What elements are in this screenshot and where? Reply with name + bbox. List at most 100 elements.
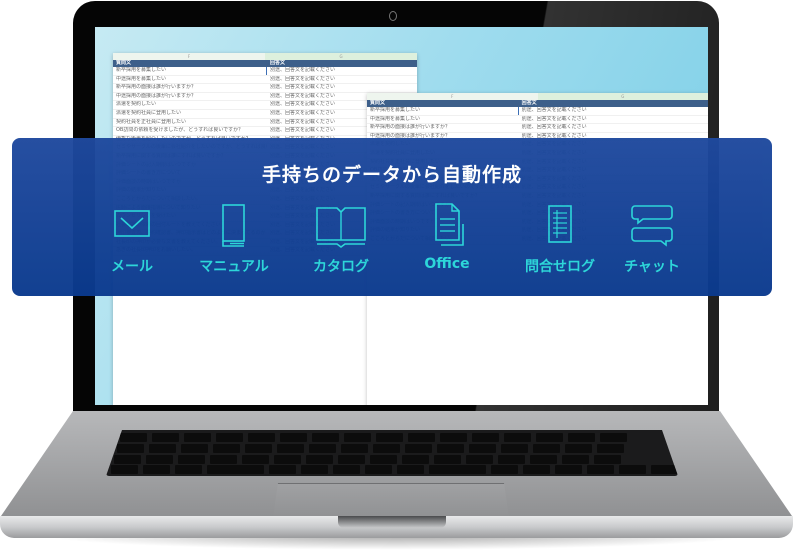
- keyboard-key: [312, 433, 339, 442]
- keyboard-key: [338, 455, 365, 464]
- question-cell[interactable]: 新卒採用を募集したい: [113, 67, 267, 75]
- question-cell[interactable]: 中途採用を募集したい: [367, 116, 519, 124]
- keyboard-key: [504, 433, 531, 442]
- keyboard-key: [309, 444, 336, 453]
- header-answer[interactable]: 回答文: [267, 60, 417, 67]
- keyboard-key: [533, 444, 560, 453]
- keyboard-key: [619, 465, 646, 474]
- chat-bubbles-icon: [631, 205, 673, 247]
- keyboard-key: [373, 444, 400, 453]
- keyboard-key: [146, 455, 173, 464]
- keyboard-key: [405, 444, 432, 453]
- keyboard-key: [437, 444, 464, 453]
- feature-catalog: カタログ: [296, 202, 386, 276]
- keyboard-key: [555, 465, 582, 474]
- keyboard-key: [466, 455, 493, 464]
- keyboard-key: [152, 433, 179, 442]
- keyboard-key: [178, 455, 205, 464]
- column-letter[interactable]: F: [113, 53, 265, 60]
- feature-label: マニュアル: [199, 259, 269, 275]
- column-letter[interactable]: G: [265, 53, 417, 60]
- keyboard-key: [397, 465, 424, 474]
- keyboard-key: [149, 444, 176, 453]
- column-letter[interactable]: G: [537, 93, 708, 100]
- table-row: 新卒採用の面接は誰が行いますか？ 別途、回答文を記載ください: [113, 84, 417, 93]
- header-question[interactable]: 質問文: [113, 60, 267, 67]
- keyboard-key: [216, 433, 243, 442]
- keyboard-key: [651, 465, 678, 474]
- keyboard-key: [594, 455, 621, 464]
- keyboard-key: [111, 465, 138, 474]
- keyboard-key: [274, 455, 301, 464]
- feature-manual: マニュアル: [189, 202, 279, 276]
- keyboard-key: [248, 433, 275, 442]
- keyboard-key: [277, 444, 304, 453]
- keyboard-key: [269, 465, 296, 474]
- answer-cell[interactable]: 別途、回答文を記載ください: [267, 84, 417, 92]
- keyboard-key: [207, 465, 264, 474]
- header-question[interactable]: 質問文: [367, 100, 519, 107]
- keyboard-key: [365, 465, 392, 474]
- feature-chat: チャット: [607, 202, 697, 276]
- question-cell[interactable]: 契約社員を正社員に登用したい: [113, 119, 267, 127]
- keyboard-key: [181, 444, 208, 453]
- answer-cell[interactable]: 別途、回答文を記載ください: [265, 67, 417, 75]
- keyboard-key: [562, 455, 589, 464]
- keyboard-key: [213, 444, 240, 453]
- answer-cell[interactable]: 別途、回答文を記載ください: [519, 116, 708, 124]
- keyboard-key: [472, 433, 499, 442]
- keyboard-key: [568, 433, 595, 442]
- table-row: 中途採用を募集したい 別途、回答文を記載ください: [367, 116, 708, 125]
- feature-label: 問合せログ: [525, 259, 595, 275]
- answer-cell[interactable]: 別途、回答文を記載ください: [267, 76, 417, 84]
- keyboard-key: [469, 444, 496, 453]
- keyboard-key: [341, 444, 368, 453]
- keyboard-key: [370, 455, 397, 464]
- column-letters: F G: [367, 93, 708, 100]
- inquiry-log-icon: [548, 205, 572, 243]
- question-cell[interactable]: 派遣を契約社員に登用したい: [113, 110, 267, 118]
- keyboard-key: [491, 465, 518, 474]
- keyboard-key: [114, 455, 141, 464]
- office-document-icon: [435, 203, 464, 246]
- answer-cell[interactable]: 別途、回答文を記載ください: [519, 124, 708, 132]
- keyboard-key: [301, 465, 328, 474]
- mail-icon: [114, 210, 150, 237]
- feature-label: メール: [111, 259, 153, 275]
- keyboard-key: [306, 455, 333, 464]
- column-letter[interactable]: F: [367, 93, 538, 100]
- header-answer[interactable]: 回答文: [519, 100, 708, 107]
- table-header: 質問文 回答文: [113, 60, 417, 67]
- question-cell[interactable]: 中途採用の面接は誰が行いますか？: [113, 93, 267, 101]
- answer-cell[interactable]: 別途、回答文を記載ください: [517, 107, 708, 115]
- table-row: 新卒採用の面接は誰が行いますか？ 別途、回答文を記載ください: [367, 124, 708, 133]
- laptop-base: [0, 411, 793, 538]
- keyboard-key: [376, 433, 403, 442]
- keyboard-key: [600, 433, 627, 442]
- feature-banner: 手持ちのデータから自動作成 メール マニュアル カタログ Office 問合せロ…: [12, 138, 772, 296]
- keyboard-key: [242, 455, 269, 464]
- keyboard-key: [120, 433, 147, 442]
- keyboard-key: [408, 433, 435, 442]
- question-cell[interactable]: 新卒採用を募集したい: [367, 107, 519, 115]
- feature-label: カタログ: [313, 259, 369, 275]
- table-header: 質問文 回答文: [367, 100, 708, 107]
- camera-icon: [389, 11, 397, 21]
- question-cell[interactable]: OB訪問の依頼を受けましたが、どうすれば良いですか？: [113, 127, 267, 135]
- table-row: 新卒採用を募集したい 別途、回答文を記載ください: [113, 67, 417, 76]
- lid-opening-notch: [338, 516, 446, 528]
- question-cell[interactable]: 中途採用を募集したい: [113, 76, 267, 84]
- banner-title: 手持ちのデータから自動作成: [261, 164, 522, 186]
- keyboard-key: [143, 465, 170, 474]
- feature-inquiry-log: 問合せログ: [515, 202, 605, 276]
- question-cell[interactable]: 派遣を契約したい: [113, 101, 267, 109]
- question-cell[interactable]: 新卒採用の面接は誰が行いますか？: [113, 84, 267, 92]
- keyboard-key: [587, 465, 614, 474]
- keyboard-key: [597, 444, 624, 453]
- feature-label: チャット: [624, 259, 680, 275]
- table-row: 中途採用を募集したい 別途、回答文を記載ください: [113, 76, 417, 85]
- keyboard-key: [333, 465, 360, 474]
- question-cell[interactable]: 新卒採用の面接は誰が行いますか？: [367, 124, 519, 132]
- column-letters: F G: [113, 53, 417, 60]
- table-row: 新卒採用を募集したい 別途、回答文を記載ください: [367, 107, 708, 116]
